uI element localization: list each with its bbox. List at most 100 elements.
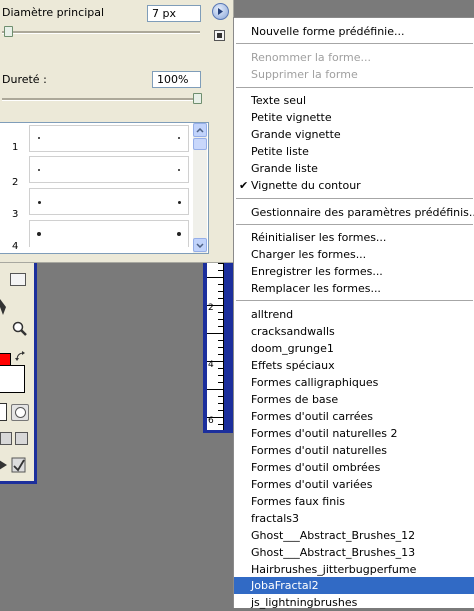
ruler-tick bbox=[218, 284, 223, 285]
brush-panel-menu: Nouvelle forme prédéfinie... Renommer la… bbox=[233, 17, 474, 611]
brush-item[interactable]: 2 bbox=[0, 154, 191, 188]
menu-item-delete-brush: Supprimer la forme bbox=[251, 68, 358, 81]
menu-item-large-list[interactable]: Grande liste bbox=[234, 160, 474, 177]
brush-library-item[interactable]: Ghost___Abstract_Brushes_12 bbox=[234, 527, 474, 544]
brush-library-item[interactable]: Ghost___Abstract_Brushes_13 bbox=[234, 544, 474, 561]
screen-mode-standard-button[interactable] bbox=[0, 432, 12, 445]
ruler-tick bbox=[218, 403, 223, 404]
menu-item-reset-brushes[interactable]: Réinitialiser les formes... bbox=[234, 229, 474, 246]
vertical-ruler: 2 4 6 bbox=[207, 263, 224, 430]
brush-library-item[interactable]: doom_grunge1 bbox=[234, 340, 474, 357]
brush-library-item[interactable]: Formes d'outil naturelles bbox=[234, 442, 474, 459]
checkmark-icon: ✔ bbox=[239, 179, 249, 192]
scroll-up-button[interactable] bbox=[193, 123, 207, 137]
shape-tool-icon[interactable] bbox=[10, 273, 26, 286]
brush-library-item[interactable]: fractals3 bbox=[234, 510, 474, 527]
menu-separator bbox=[236, 224, 473, 225]
ruler-tick bbox=[218, 291, 223, 292]
ruler-tick bbox=[207, 333, 223, 334]
menu-separator bbox=[236, 300, 473, 301]
brush-stroke-preview bbox=[29, 156, 189, 183]
menu-item-stroke-thumbnail[interactable]: ✔ Vignette du contour bbox=[234, 177, 474, 194]
screen-mode-full-button[interactable] bbox=[15, 432, 28, 445]
brush-library-item[interactable]: Formes faux finis bbox=[234, 493, 474, 510]
ruler-tick bbox=[218, 347, 223, 348]
menu-item-rename-brush: Renommer la forme... bbox=[251, 51, 372, 64]
zoom-tool-icon[interactable] bbox=[12, 321, 28, 341]
brush-preset-panel: Diamètre principal 7 px Dureté : 100% 1 … bbox=[0, 0, 234, 263]
chevron-down-icon bbox=[196, 242, 204, 248]
menu-item-small-list[interactable]: Petite liste bbox=[234, 143, 474, 160]
hardness-label: Dureté : bbox=[2, 73, 47, 86]
tools-palette bbox=[0, 263, 37, 484]
brush-library-item[interactable]: Formes d'outil ombrées bbox=[234, 459, 474, 476]
brush-library-item[interactable]: Formes d'outil carrées bbox=[234, 408, 474, 425]
brush-number: 1 bbox=[12, 142, 19, 153]
brush-number: 4 bbox=[12, 241, 19, 252]
hardness-input[interactable]: 100% bbox=[152, 71, 201, 88]
brush-stroke-preview bbox=[29, 125, 189, 152]
menu-separator bbox=[236, 198, 473, 199]
ruler-tick bbox=[218, 312, 223, 313]
ruler-tick bbox=[218, 319, 223, 320]
brush-item[interactable]: 4 bbox=[0, 218, 191, 252]
brush-item[interactable]: 1 bbox=[0, 123, 191, 153]
create-preset-icon[interactable] bbox=[214, 30, 225, 41]
ruler-tick bbox=[218, 340, 223, 341]
brush-item[interactable]: 3 bbox=[0, 186, 191, 220]
diameter-slider-thumb[interactable] bbox=[4, 26, 13, 37]
menu-item-save-brushes[interactable]: Enregistrer les formes... bbox=[234, 263, 474, 280]
brush-library-item[interactable]: js_lightningbrushes bbox=[234, 594, 474, 611]
brush-list-scrollbar[interactable] bbox=[193, 123, 207, 253]
brush-list: 1 2 3 4 bbox=[0, 122, 209, 254]
jump-to-imageready-icon[interactable] bbox=[0, 457, 27, 476]
brush-library-item[interactable]: alltrend bbox=[234, 306, 474, 323]
ruler-tick bbox=[207, 305, 223, 306]
brush-library-item[interactable]: Formes d'outil naturelles 2 bbox=[234, 425, 474, 442]
ruler-tick bbox=[218, 270, 223, 271]
ruler-tick bbox=[218, 382, 223, 383]
brush-stroke-preview bbox=[29, 188, 189, 215]
ruler-tick bbox=[207, 389, 223, 390]
chevron-up-icon bbox=[196, 127, 204, 133]
ruler-tick bbox=[218, 375, 223, 376]
ruler-tick bbox=[207, 417, 223, 418]
menu-item-preset-manager[interactable]: Gestionnaire des paramètres prédéfinis..… bbox=[234, 204, 474, 221]
menu-item-text-only[interactable]: Texte seul bbox=[234, 92, 474, 109]
background-color-swatch[interactable] bbox=[0, 365, 25, 393]
brush-library-item[interactable]: Hairbrushes_jitterbugperfume bbox=[234, 561, 474, 578]
scroll-down-button[interactable] bbox=[193, 238, 207, 252]
brush-library-item[interactable]: cracksandwalls bbox=[234, 323, 474, 340]
diameter-input[interactable]: 7 px bbox=[147, 5, 201, 22]
brush-stroke-preview bbox=[29, 220, 189, 247]
panel-menu-arrow-button[interactable] bbox=[212, 3, 229, 20]
ruler-tick bbox=[218, 354, 223, 355]
ruler-tick bbox=[207, 361, 223, 362]
ruler-tick bbox=[218, 396, 223, 397]
quick-mask-button[interactable] bbox=[11, 404, 29, 421]
brush-library-item[interactable]: Formes de base bbox=[234, 391, 474, 408]
swap-colors-icon[interactable] bbox=[15, 351, 26, 365]
play-arrow-icon bbox=[218, 8, 223, 15]
menu-separator bbox=[236, 87, 473, 88]
diameter-label: Diamètre principal bbox=[2, 6, 105, 19]
scrollbar-thumb[interactable] bbox=[193, 138, 207, 150]
document-window: 2 4 6 bbox=[203, 263, 233, 433]
menu-item-load-brushes[interactable]: Charger les formes... bbox=[234, 246, 474, 263]
menu-item-small-thumbnail[interactable]: Petite vignette bbox=[234, 109, 474, 126]
menu-separator bbox=[236, 43, 473, 44]
brush-library-item[interactable]: Formes calligraphiques bbox=[234, 374, 474, 391]
ruler-tick bbox=[218, 424, 223, 425]
hardness-slider-thumb[interactable] bbox=[193, 93, 202, 104]
menu-item-large-thumbnail[interactable]: Grande vignette bbox=[234, 126, 474, 143]
ruler-tick bbox=[218, 410, 223, 411]
menu-item-new-brush-preset[interactable]: Nouvelle forme prédéfinie... bbox=[234, 23, 474, 40]
pen-tool-icon[interactable] bbox=[0, 299, 8, 319]
brush-library-item-selected[interactable]: JobaFractal2 bbox=[234, 577, 474, 594]
hardness-slider[interactable] bbox=[2, 98, 200, 101]
diameter-slider[interactable] bbox=[2, 31, 200, 34]
menu-item-replace-brushes[interactable]: Remplacer les formes... bbox=[234, 280, 474, 297]
brush-library-item[interactable]: Formes d'outil variées bbox=[234, 476, 474, 493]
standard-mode-button[interactable] bbox=[0, 403, 7, 421]
brush-library-item[interactable]: Effets spéciaux bbox=[234, 357, 474, 374]
